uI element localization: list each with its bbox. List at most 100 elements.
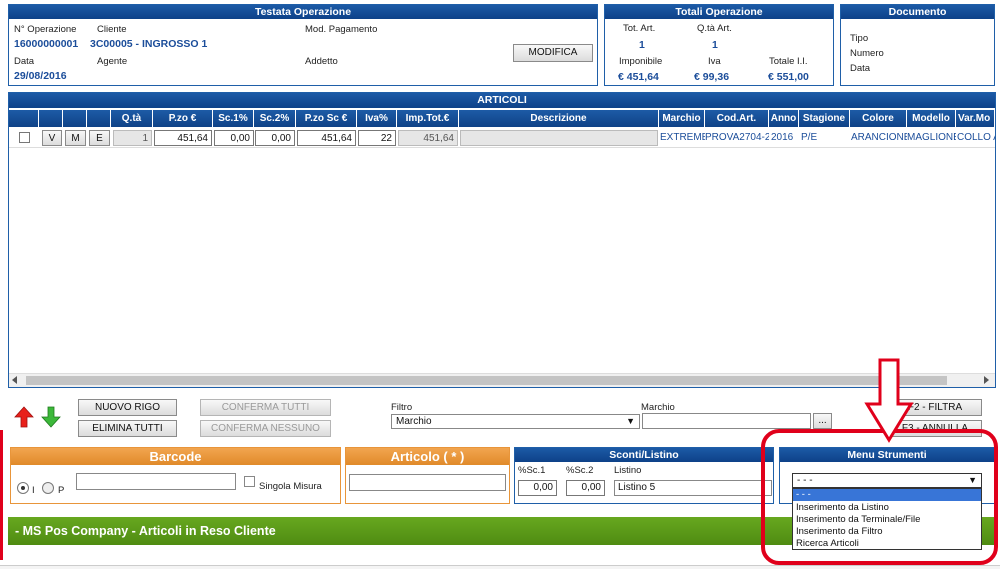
cliente-label: Cliente [97, 24, 127, 35]
iva-label: Iva [708, 56, 721, 67]
marchio-lookup-button[interactable]: ... [813, 413, 832, 429]
radio-p-label: P [58, 485, 65, 496]
nuovo-rigo-button[interactable]: NUOVO RIGO [78, 399, 177, 416]
highlight-frame [761, 429, 998, 565]
col-sc1[interactable]: Sc.1% [213, 110, 254, 127]
row-descrizione [460, 130, 658, 146]
iva-value: € 99,36 [694, 71, 730, 83]
left-red-marker [0, 430, 3, 560]
col-stagione[interactable]: Stagione [799, 110, 850, 127]
tot-art-label: Tot. Art. [623, 23, 656, 34]
row-imp-tot: 451,64 [398, 130, 458, 146]
barcode-input[interactable] [76, 473, 236, 490]
totali-panel: Totali Operazione Tot. Art. Q.tà Art. 1 … [604, 4, 834, 86]
row-modify-button[interactable]: M [65, 130, 86, 146]
marchio-label: Marchio [641, 402, 675, 413]
listino-input[interactable]: Listino 5 [614, 480, 772, 496]
col-e [87, 110, 111, 127]
row-edit-button[interactable]: E [89, 130, 110, 146]
elimina-tutti-button[interactable]: ELIMINA TUTTI [78, 420, 177, 437]
col-marchio[interactable]: Marchio [659, 110, 705, 127]
doc-tipo-label: Tipo [850, 33, 869, 44]
horizontal-scrollbar[interactable] [9, 373, 995, 387]
mod-pagamento-label: Mod. Pagamento [305, 24, 378, 35]
data-label: Data [14, 56, 35, 67]
radio-p[interactable] [42, 482, 54, 494]
scrollbar-thumb[interactable] [26, 376, 947, 385]
row-stagione: P/E [801, 132, 818, 143]
addetto-label: Addetto [305, 56, 338, 67]
radio-i-label: I [32, 485, 35, 496]
row-qta: 1 [113, 130, 152, 146]
tot-art-value: 1 [639, 39, 645, 51]
row-pzo-sc-input[interactable]: 451,64 [297, 130, 356, 146]
n-operazione-label: N° Operazione [14, 24, 77, 35]
sconti-panel: Sconti/Listino %Sc.1 %Sc.2 Listino 0,00 … [514, 447, 774, 504]
imponibile-value: € 451,64 [618, 71, 659, 83]
row-modello: MAGLIONE [907, 132, 956, 143]
sconti-title: Sconti/Listino [515, 448, 773, 462]
col-descrizione[interactable]: Descrizione [459, 110, 659, 127]
testata-title: Testata Operazione [9, 5, 597, 19]
row-iva-input[interactable]: 22 [358, 130, 396, 146]
totali-title: Totali Operazione [605, 5, 833, 19]
conferma-nessuno-button[interactable]: CONFERMA NESSUNO [200, 420, 331, 437]
col-sc2[interactable]: Sc.2% [254, 110, 296, 127]
agente-label: Agente [97, 56, 128, 67]
articoli-title: ARTICOLI [9, 93, 995, 108]
row-cod-art: PROVA2704-2 [705, 132, 769, 143]
row-anno: 2016 [771, 132, 794, 143]
radio-i[interactable] [17, 482, 29, 494]
conferma-tutti-button[interactable]: CONFERMA TUTTI [200, 399, 331, 416]
articolo-title: Articolo ( * ) [346, 448, 509, 465]
singola-misura-checkbox[interactable] [244, 476, 255, 487]
col-cod-art[interactable]: Cod.Art. [705, 110, 769, 127]
scroll-right-arrow-icon[interactable] [984, 376, 989, 384]
n-operazione-value: 16000000001 [14, 38, 79, 50]
annotation-arrow-icon [864, 358, 914, 444]
imponibile-label: Imponibile [619, 56, 663, 67]
qta-art-value: 1 [712, 39, 718, 51]
row-marchio: EXTREME [660, 132, 705, 143]
scroll-left-arrow-icon[interactable] [12, 376, 17, 384]
col-iva[interactable]: Iva% [357, 110, 397, 127]
col-imp-tot[interactable]: Imp.Tot.€ [397, 110, 459, 127]
col-colore[interactable]: Colore [850, 110, 907, 127]
row-pzo-input[interactable]: 451,64 [154, 130, 212, 146]
row-colore: ARANCIONE [851, 132, 907, 143]
row-view-button[interactable]: V [42, 130, 62, 146]
singola-misura-label: Singola Misura [259, 481, 322, 492]
chevron-down-icon: ▼ [626, 416, 635, 426]
row-sc1-input[interactable]: 0,00 [214, 130, 254, 146]
sc1-input[interactable]: 0,00 [518, 480, 557, 496]
row-var-mo: COLLO A [957, 132, 995, 143]
col-modello[interactable]: Modello [907, 110, 956, 127]
articolo-input[interactable] [349, 474, 506, 491]
footer-title: - MS Pos Company - Articoli in Reso Clie… [15, 524, 276, 538]
marchio-input[interactable] [642, 413, 811, 429]
filtro-select[interactable]: Marchio ▼ [391, 414, 640, 429]
doc-numero-label: Numero [850, 48, 884, 59]
col-pzo-sc[interactable]: P.zo Sc € [296, 110, 357, 127]
col-qta[interactable]: Q.tà [111, 110, 153, 127]
row-sc2-input[interactable]: 0,00 [255, 130, 295, 146]
cliente-value: 3C00005 - INGROSSO 1 [90, 38, 208, 50]
data-value: 29/08/2016 [14, 70, 67, 82]
page-bottom-border [0, 565, 1000, 569]
documento-title: Documento [841, 5, 994, 19]
sc2-input[interactable]: 0,00 [566, 480, 605, 496]
testata-panel: Testata Operazione N° Operazione Cliente… [8, 4, 598, 86]
move-down-icon[interactable] [41, 406, 61, 428]
col-v [39, 110, 63, 127]
move-up-icon[interactable] [14, 406, 34, 428]
articolo-panel: Articolo ( * ) [345, 447, 510, 504]
col-var-mo[interactable]: Var.Mo [956, 110, 995, 127]
modifica-button[interactable]: MODIFICA [513, 44, 593, 62]
doc-data-label: Data [850, 63, 871, 74]
col-m [63, 110, 87, 127]
col-anno[interactable]: Anno [769, 110, 799, 127]
barcode-title: Barcode [11, 448, 340, 465]
col-pzo[interactable]: P.zo € [153, 110, 213, 127]
row-checkbox[interactable] [19, 132, 30, 143]
barcode-panel: Barcode I P Singola Misura [10, 447, 341, 504]
